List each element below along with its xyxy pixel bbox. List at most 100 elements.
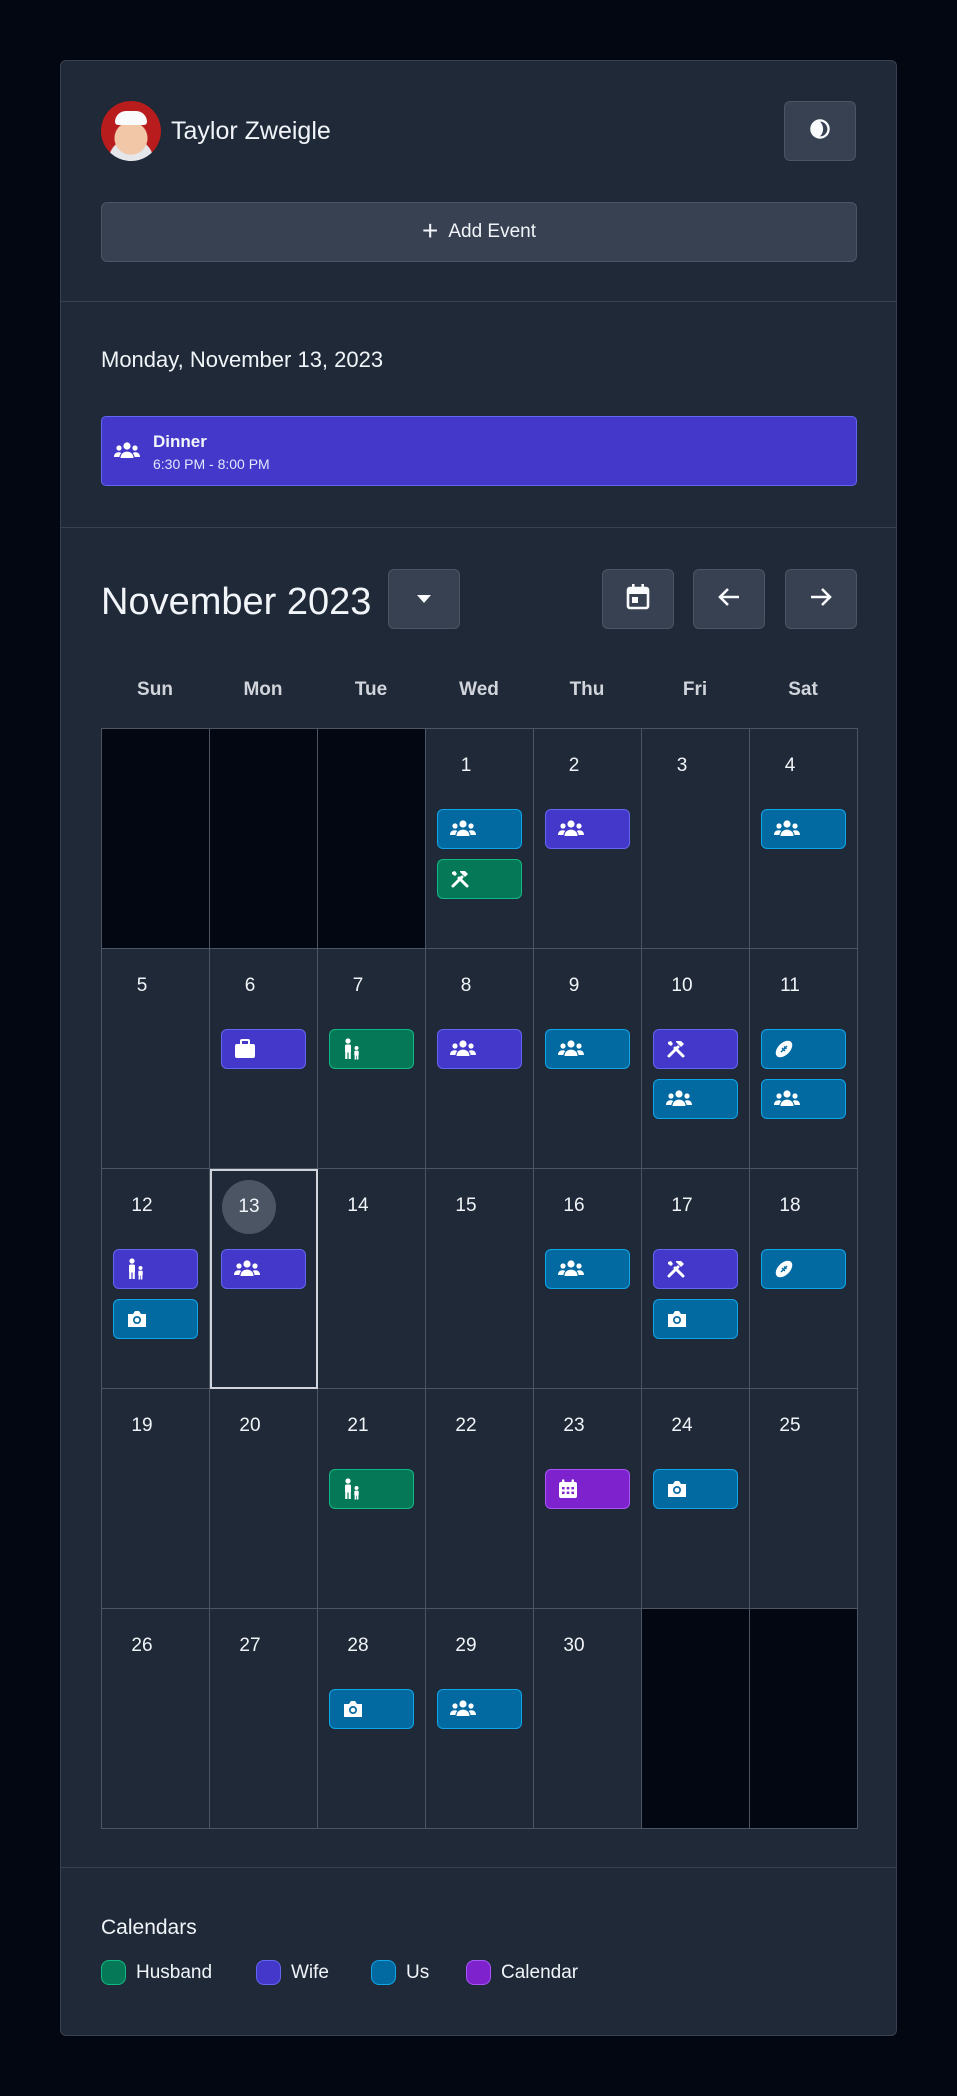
day-cell[interactable]: 15 [426, 1169, 534, 1389]
legend-label: Husband [136, 1961, 213, 1983]
day-cell[interactable]: 18 [750, 1169, 858, 1389]
day-cell[interactable]: 17 [642, 1169, 750, 1389]
event-chip[interactable] [437, 1689, 522, 1729]
add-event-button[interactable]: + Add Event [101, 202, 857, 262]
legend-item-cal[interactable]: Calendar [466, 1960, 578, 1985]
camera-icon [666, 1480, 688, 1498]
theme-toggle-button[interactable] [784, 101, 856, 161]
legend-title: Calendars [101, 1916, 197, 1939]
camera-icon [666, 1310, 688, 1328]
day-cell[interactable]: 7 [318, 949, 426, 1169]
day-cell[interactable]: 10 [642, 949, 750, 1169]
selected-day-event[interactable]: Dinner 6:30 PM - 8:00 PM [101, 416, 857, 486]
event-chip[interactable] [653, 1469, 738, 1509]
event-chip[interactable] [545, 809, 630, 849]
day-cell[interactable]: 16 [534, 1169, 642, 1389]
day-cell[interactable]: 1 [426, 729, 534, 949]
event-chip[interactable] [545, 1029, 630, 1069]
month-title: November 2023 [101, 581, 372, 623]
event-chip[interactable] [653, 1249, 738, 1289]
legend-swatch [256, 1960, 281, 1985]
today-button[interactable] [602, 569, 674, 629]
previous-month-button[interactable] [693, 569, 765, 629]
legend-item-us[interactable]: Us [371, 1960, 429, 1985]
day-number: 24 [671, 1415, 693, 1436]
briefcase-icon [234, 1039, 256, 1059]
legend-item-husband[interactable]: Husband [101, 1960, 212, 1985]
event-chip[interactable] [221, 1249, 306, 1289]
weekday-tue: Tue [354, 679, 388, 700]
event-chip[interactable] [329, 1689, 414, 1729]
arrow-left-icon [718, 587, 740, 612]
calendars-legend: Calendars Husband Wife Us Calendar [61, 1867, 896, 2035]
month-dropdown-button[interactable] [388, 569, 460, 629]
day-cell[interactable]: 4 [750, 729, 858, 949]
day-cell[interactable]: 27 [210, 1609, 318, 1829]
add-event-label: Add Event [448, 221, 537, 242]
day-cell[interactable]: 20 [210, 1389, 318, 1609]
event-chip[interactable] [653, 1299, 738, 1339]
day-number: 4 [784, 755, 796, 776]
event-chip[interactable] [545, 1249, 630, 1289]
day-cell[interactable]: 26 [102, 1609, 210, 1829]
day-cell[interactable]: 22 [426, 1389, 534, 1609]
people-icon [450, 1039, 476, 1059]
empty-day-cell [318, 729, 426, 949]
day-cell[interactable]: 14 [318, 1169, 426, 1389]
day-cell-today[interactable]: 13 [210, 1169, 318, 1389]
event-chip[interactable] [545, 1469, 630, 1509]
day-cell[interactable]: 2 [534, 729, 642, 949]
day-cell[interactable]: 11 [750, 949, 858, 1169]
day-cell[interactable]: 30 [534, 1609, 642, 1829]
event-chip[interactable] [329, 1469, 414, 1509]
event-chip[interactable] [437, 859, 522, 899]
event-chip[interactable] [761, 1249, 846, 1289]
day-number: 8 [460, 975, 472, 996]
day-number: 20 [239, 1415, 261, 1436]
parent-child-icon [342, 1038, 362, 1060]
event-chip[interactable] [437, 1029, 522, 1069]
day-number: 2 [568, 755, 580, 776]
day-cell[interactable]: 8 [426, 949, 534, 1169]
event-chip[interactable] [653, 1079, 738, 1119]
people-icon [450, 1699, 476, 1719]
day-cell[interactable]: 25 [750, 1389, 858, 1609]
event-chip[interactable] [113, 1299, 198, 1339]
day-cell[interactable]: 6 [210, 949, 318, 1169]
day-cell[interactable]: 19 [102, 1389, 210, 1609]
legend-swatch [466, 1960, 491, 1985]
day-cell[interactable]: 3 [642, 729, 750, 949]
day-cell[interactable]: 9 [534, 949, 642, 1169]
event-chip[interactable] [761, 1079, 846, 1119]
event-time: 6:30 PM - 8:00 PM [153, 456, 270, 472]
avatar[interactable] [101, 101, 161, 161]
day-cell[interactable]: 21 [318, 1389, 426, 1609]
day-cell[interactable]: 24 [642, 1389, 750, 1609]
calendar-today-icon [626, 583, 650, 615]
people-icon [558, 1259, 584, 1279]
legend-swatch [371, 1960, 396, 1985]
next-month-button[interactable] [785, 569, 857, 629]
event-chip[interactable] [329, 1029, 414, 1069]
legend-item-wife[interactable]: Wife [256, 1960, 329, 1985]
event-chip[interactable] [221, 1029, 306, 1069]
month-grid: 1 2 3 4 5 6 7 8 9 10 11 12 13 14 15 16 17 18 19 20 21 22 23 24 2… [101, 728, 858, 1829]
day-cell[interactable]: 23 [534, 1389, 642, 1609]
day-cell[interactable]: 12 [102, 1169, 210, 1389]
day-number: 3 [676, 755, 688, 776]
day-cell[interactable]: 29 [426, 1609, 534, 1829]
day-cell[interactable]: 28 [318, 1609, 426, 1829]
event-chip[interactable] [761, 1029, 846, 1069]
event-chip[interactable] [437, 809, 522, 849]
day-number: 29 [455, 1635, 477, 1656]
user-name: Taylor Zweigle [171, 117, 331, 145]
event-chip[interactable] [761, 809, 846, 849]
weekday-fri: Fri [682, 679, 708, 700]
moon-icon [807, 116, 833, 147]
people-icon [450, 819, 476, 839]
day-number: 22 [455, 1415, 477, 1436]
event-chip[interactable] [653, 1029, 738, 1069]
empty-day-cell [210, 729, 318, 949]
event-chip[interactable] [113, 1249, 198, 1289]
day-cell[interactable]: 5 [102, 949, 210, 1169]
